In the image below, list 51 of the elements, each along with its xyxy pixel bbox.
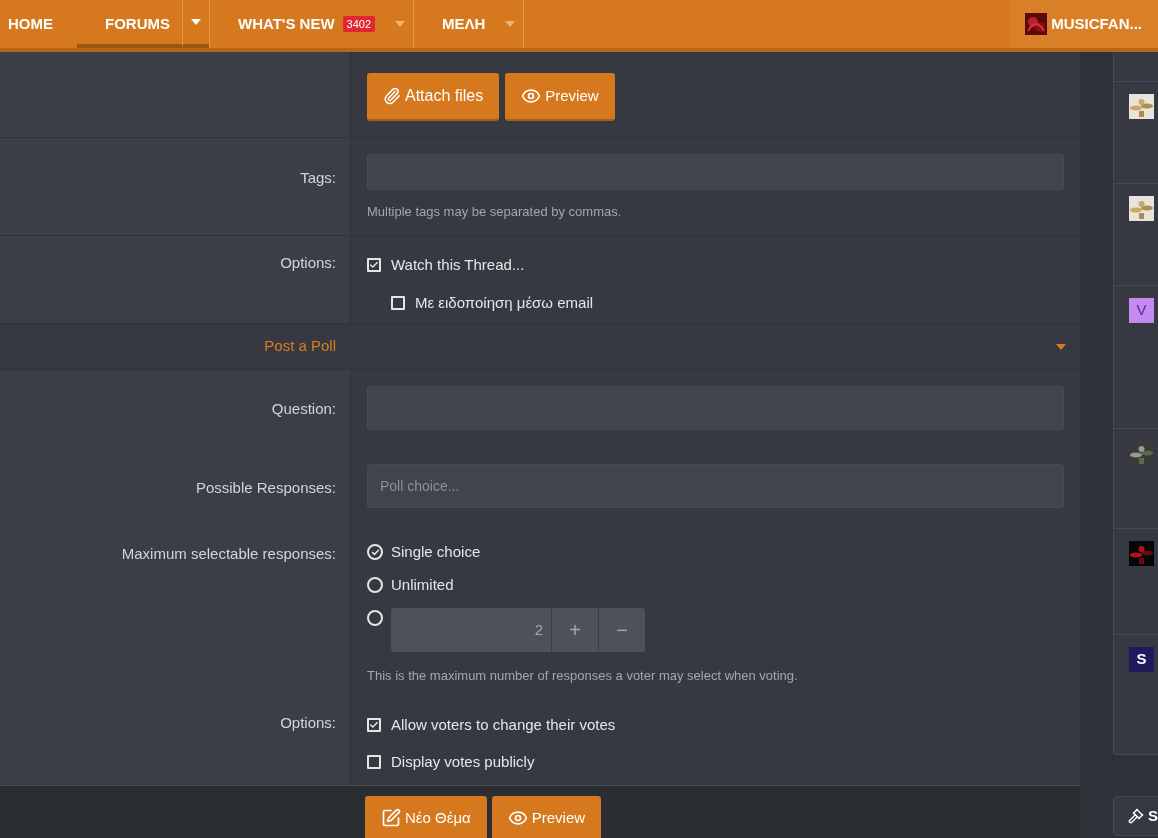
option-label: Watch this Thread...	[391, 255, 525, 275]
field-label: Maximum selectable responses:	[121, 544, 336, 564]
check-icon	[370, 547, 380, 557]
nav-tab[interactable]: FORUMS	[77, 0, 182, 48]
check-icon	[369, 720, 379, 731]
field-hint: This is the maximum number of responses a voter may select when voting.	[367, 667, 799, 685]
caret-icon	[1056, 343, 1066, 350]
field-label: Possible Responses:	[195, 478, 336, 498]
gavel-icon	[1128, 808, 1144, 824]
option-label: Allow voters to change their votes	[391, 715, 616, 735]
menu-toggle[interactable]	[182, 0, 209, 48]
field-label: Options:	[280, 713, 336, 733]
nav-tab[interactable]: WHAT'S NEW 3402	[210, 0, 388, 48]
checkbox[interactable]	[391, 295, 405, 310]
count-badge: 3402	[342, 16, 376, 32]
field-label: Options:	[280, 253, 336, 273]
option-label: Display votes publicly	[391, 751, 535, 772]
paperclip-icon	[383, 87, 401, 105]
avatar[interactable]: S	[1129, 647, 1154, 672]
attach-files-button[interactable]: Attach files	[367, 73, 500, 121]
user-menu[interactable]: MUSICFAN...	[1009, 0, 1158, 48]
tool-button[interactable]: S	[1113, 796, 1158, 836]
new-thread-button[interactable]: Νέο Θέμα	[365, 796, 487, 838]
preview-button[interactable]: Preview	[491, 796, 602, 838]
avatar[interactable]: V	[1129, 298, 1154, 323]
radio-button[interactable]	[367, 577, 383, 593]
number-field[interactable]: 2 + −	[391, 608, 645, 652]
field-hint: Multiple tags may be separated by commas.	[367, 203, 623, 221]
poll-choice-field[interactable]: Poll choice...	[367, 464, 1064, 508]
checkbox[interactable]	[367, 258, 381, 273]
decrement-button[interactable]: −	[598, 608, 645, 652]
edit-icon	[381, 808, 401, 828]
radio-button[interactable]	[367, 544, 383, 560]
choice-label: Unlimited	[391, 574, 454, 595]
eye-icon	[507, 808, 528, 828]
nav-tab[interactable]: ΜΕΛΗ	[414, 0, 498, 48]
field-label: Tags:	[300, 168, 336, 188]
option-label: Με ειδοποίηση μέσω email	[415, 292, 594, 313]
eye-icon	[521, 86, 542, 106]
preview-button[interactable]: Preview	[505, 73, 615, 121]
check-icon	[369, 260, 379, 271]
checkbox[interactable]	[367, 754, 381, 769]
checkbox[interactable]	[367, 718, 381, 733]
field-label: Question:	[271, 399, 336, 419]
radio-button[interactable]	[367, 610, 383, 626]
increment-button[interactable]: +	[551, 608, 598, 652]
caret-icon	[191, 19, 201, 25]
nav-tab[interactable]: HOME	[0, 0, 77, 48]
choice-label: Single choice	[391, 541, 481, 562]
caret-icon	[395, 21, 406, 27]
caret-icon	[505, 21, 516, 27]
